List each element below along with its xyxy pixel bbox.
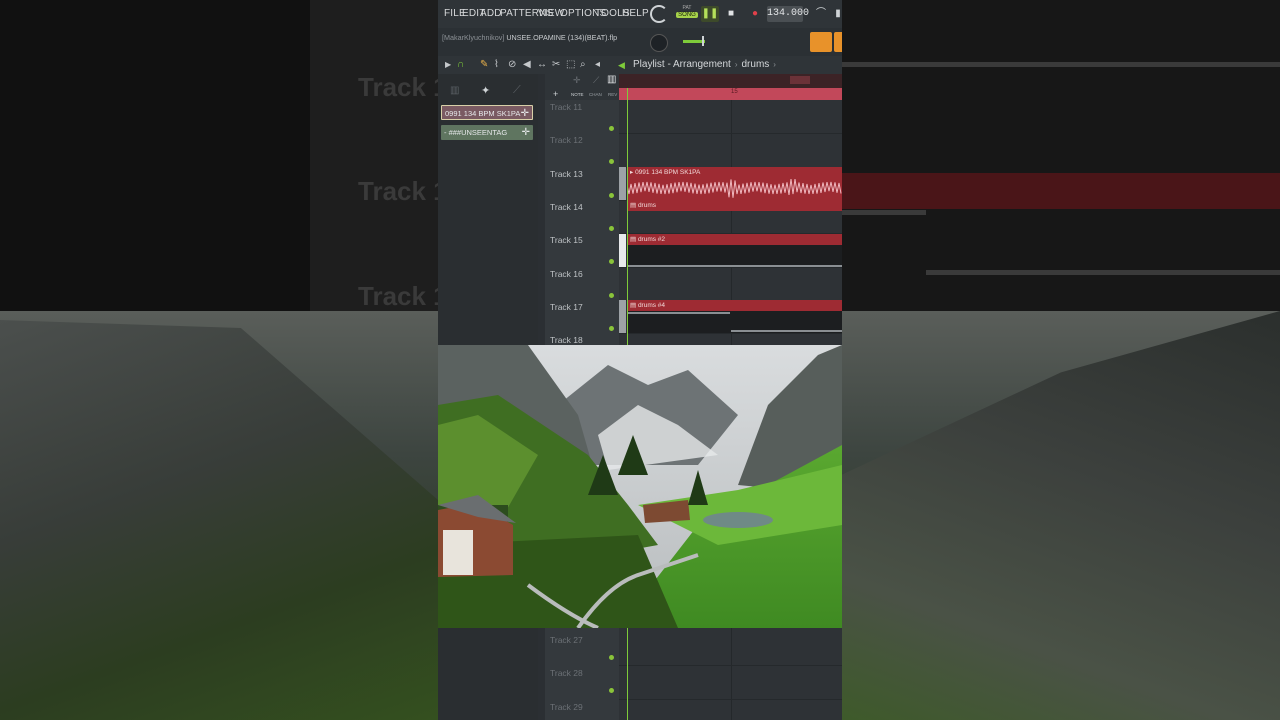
speaker-icon[interactable]: ◂ [595,59,600,71]
breadcrumb-playlist[interactable]: Playlist - Arrangement [633,59,731,70]
timeline-overview[interactable] [619,74,842,88]
crosshair-icon[interactable]: ✛ [573,75,581,86]
mute-icon[interactable]: ◀ [523,59,531,71]
add-track-icon[interactable]: + [553,89,558,99]
menu-bar: FILE EDIT ADD PATTERNS VIEW OPTIONS TOOL… [438,0,842,28]
hint-bar: [MakarKlyuchnikov] UNSEE.OPAMINE (134)(B… [438,28,842,56]
bg-track-label: Track 1 [358,281,448,311]
landscape-photo [438,345,842,628]
piano-icon[interactable]: ▥ [450,85,459,96]
pat-label: PAT [682,5,692,11]
track-label[interactable]: Track 11 [550,102,582,112]
track-handle[interactable] [619,167,626,200]
track-label[interactable]: Track 18 [550,335,583,345]
song-label: SONG [676,12,698,18]
header-rev: REV [608,92,618,97]
delete-icon[interactable]: ⊘ [508,59,516,71]
timeline-ruler[interactable]: 15 [619,88,842,100]
breadcrumb: Playlist - Arrangement › drums › [633,59,776,70]
track-handle[interactable] [619,234,626,267]
metronome-icon[interactable]: ⌒ [812,6,830,22]
track-mute-led[interactable] [609,259,614,265]
orange-panel-button[interactable] [834,32,842,52]
breadcrumb-pattern[interactable]: drums [742,59,770,70]
header-chan: CHAN [589,92,602,97]
track-mute-led[interactable] [609,126,614,131]
slider-thumb[interactable] [702,36,704,46]
pattern-clip[interactable]: ▤ drums [627,200,842,211]
pat-song-toggle[interactable]: PAT SONG [676,5,698,23]
bg-clip-blur [842,173,1280,209]
add-icon: ✛ [521,127,530,138]
header-note: NOTE [571,92,584,97]
picker-toolbar: ▥ ✦ ⟋ [438,82,538,100]
hint-user: [MakarKlyuchnikov] [442,33,505,42]
picker-item[interactable]: 0991 134 BPM SK1PA ✛ [441,105,533,120]
track-mute-led[interactable] [609,655,614,660]
bg-track-label: Track 1 [358,176,448,206]
clip-label: ▤ drums #2 [630,236,666,243]
track-label[interactable]: Track 17 [550,302,583,312]
audio-icon[interactable]: ✦ [481,84,490,97]
orange-panel-button[interactable] [810,32,832,52]
automation-icon[interactable]: ⟋ [513,84,521,97]
draw-icon[interactable]: ⟋ [593,75,599,86]
pencil-icon[interactable]: ✎ [480,59,488,71]
record-button[interactable]: ● [746,6,764,22]
piano-icon[interactable]: ▥ [607,74,616,85]
slice-icon[interactable]: ✂ [552,59,560,71]
bar-number: 15 [731,89,738,95]
track-mute-led[interactable] [609,159,614,165]
master-volume-knob[interactable] [650,34,668,52]
track-label[interactable]: Track 14 [550,202,583,212]
track-label[interactable]: Track 29 [550,702,583,712]
track-header-toolbar: ✛ ⟋ ▥ + NOTE CHAN REV [545,74,619,100]
picker-item-label: 0991 134 BPM SK1PA [445,109,521,118]
slip-icon[interactable]: ↔ [537,59,547,71]
track-mute-led[interactable] [609,292,614,298]
playlist-icon: ◀ [618,60,625,70]
toolbar-more-icon[interactable]: ▮ [834,6,842,22]
picker-item-label: - ###UNSEENTAG [444,128,508,137]
add-icon: ✛ [520,108,529,119]
track-label[interactable]: Track 28 [550,668,583,678]
clip-label: ▸ 0991 134 BPM SK1PA [630,169,701,176]
tempo-display[interactable]: 134.000 [767,6,809,22]
pause-button[interactable]: ❚❚ [701,6,719,22]
bg-track-label: Track 1 [358,72,448,102]
track-label[interactable]: Track 12 [550,135,583,145]
clip-label: ▤ drums [630,202,657,209]
track-label[interactable]: Track 16 [550,269,583,279]
track-mute-led[interactable] [609,192,614,198]
menu-help[interactable]: HELP [622,8,649,19]
magnet-icon[interactable]: ∩ [457,59,464,71]
clip-label: ▤ drums #4 [630,302,666,309]
audio-clip[interactable]: ▸ 0991 134 BPM SK1PA [627,167,842,200]
arrow-right-icon[interactable]: ▶ [445,59,451,71]
picker-item[interactable]: - ###UNSEENTAG ✛ [441,125,533,140]
track-mute-led[interactable] [609,225,614,231]
track-label[interactable]: Track 13 [550,169,583,179]
playlist-toolbar: ▶ ∩ ✎ ⌇ ⊘ ◀ ↔ ✂ ⬚ ⌕ ◂ ◀ Playlist - Arran… [438,56,842,74]
track-handle[interactable] [619,300,626,333]
select-icon[interactable]: ⬚ [566,59,575,71]
track-label[interactable]: Track 27 [550,635,583,645]
waveform [627,178,842,198]
zoom-icon[interactable]: ⌕ [580,59,586,71]
track-label[interactable]: Track 15 [550,235,583,245]
project-name: UNSEE.OPAMINE (134)(BEAT).flp [506,33,618,42]
pattern-clip[interactable]: ▤ drums #2 [627,234,842,245]
cpu-meter-icon [650,5,668,23]
menu-add[interactable]: ADD [480,8,502,19]
track-mute-led[interactable] [609,688,614,694]
stop-button[interactable]: ■ [722,6,740,22]
pattern-clip[interactable]: ▤ drums #4 [627,300,842,311]
track-mute-led[interactable] [609,325,614,331]
brush-icon[interactable]: ⌇ [494,59,499,71]
